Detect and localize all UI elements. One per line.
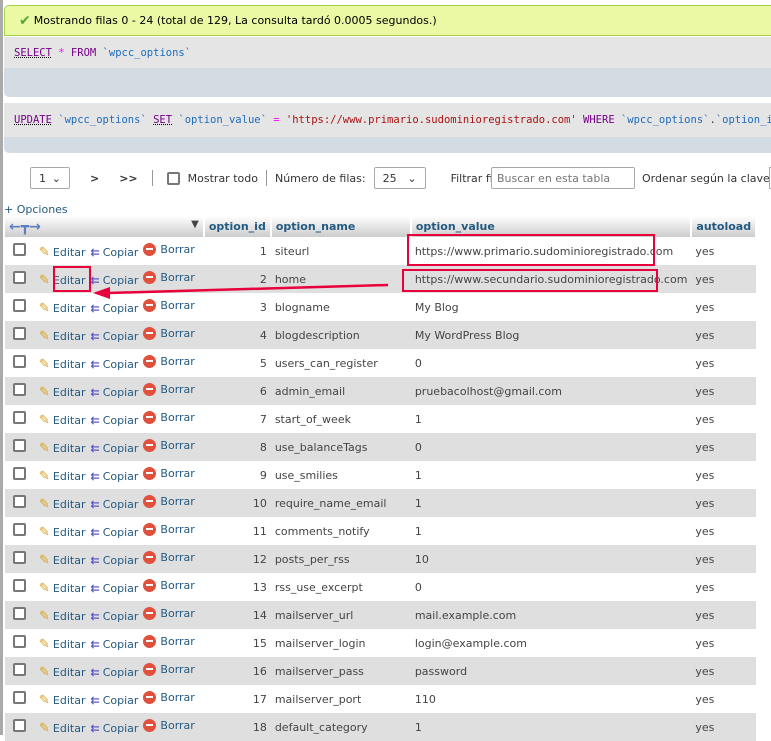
annotation-arrow xyxy=(93,283,389,299)
